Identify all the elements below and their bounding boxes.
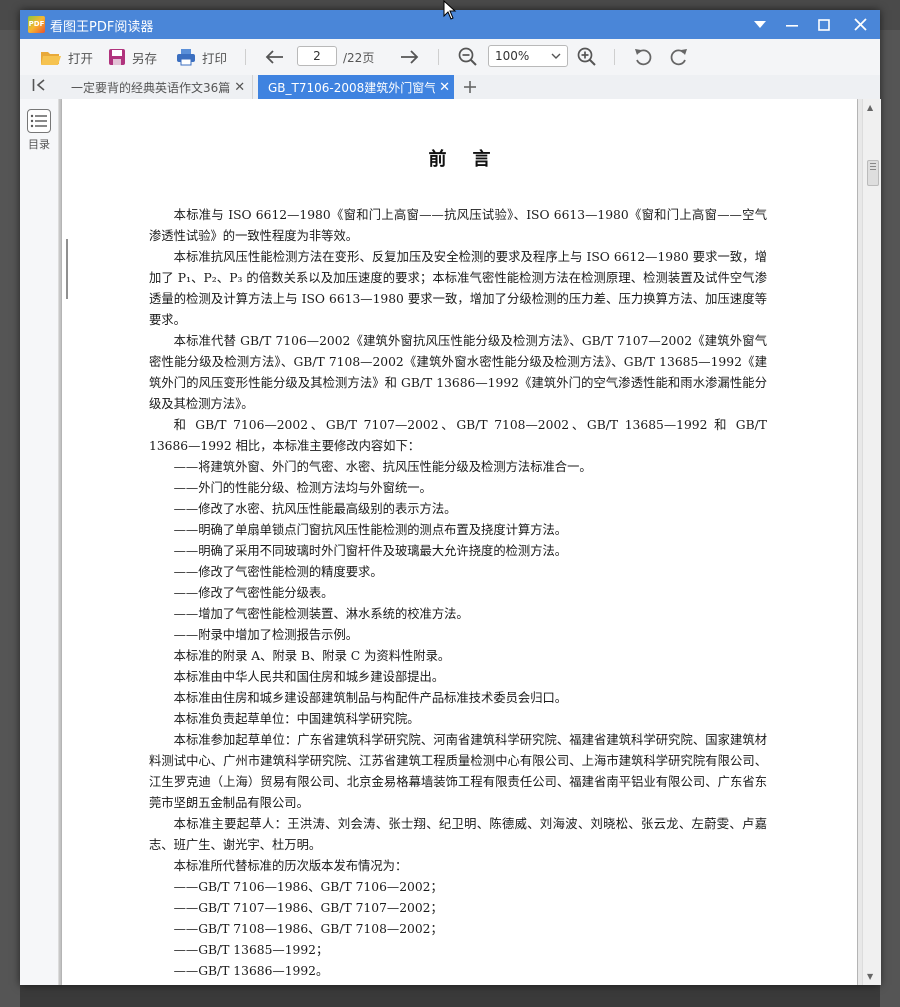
toc-label: 目录 xyxy=(28,138,50,151)
document-viewport[interactable]: 前言 本标准与 ISO 6612—1980《窗和门上高窗——抗风压试验》、ISO… xyxy=(59,99,858,985)
close-tab-icon[interactable]: ✕ xyxy=(234,80,245,95)
list-item: ——明确了单扇单锁点门窗抗风压性能检测的测点布置及挠度计算方法。 xyxy=(173,523,568,537)
vertical-scrollbar[interactable]: ▲ ▼ xyxy=(862,99,881,985)
plus-icon xyxy=(464,81,476,93)
save-icon xyxy=(109,49,125,65)
paragraph: 本标准由中华人民共和国住房和城乡建设部提出。 xyxy=(173,670,445,684)
close-button[interactable] xyxy=(844,10,876,39)
scroll-up-arrow-icon[interactable]: ▲ xyxy=(867,103,873,112)
toolbar: 打开 另存 打印 2 /22页 100% xyxy=(20,39,880,76)
paragraph: 本标准主要起草人：王洪涛、刘会涛、张士翔、纪卫明、陈德威、刘海波、刘晓松、张云龙… xyxy=(149,817,767,852)
paragraph: 本标准参加起草单位：广东省建筑科学研究院、河南省建筑科学研究院、福建省建筑科学研… xyxy=(149,733,767,810)
open-button[interactable]: 打开 xyxy=(40,39,93,75)
window-title: 看图王PDF阅读器 xyxy=(50,20,154,35)
save-as-label: 另存 xyxy=(132,50,158,66)
document-body: 本标准与 ISO 6612—1980《窗和门上高窗——抗风压试验》、ISO 66… xyxy=(149,205,767,982)
scrollbar-thumb[interactable] xyxy=(867,160,879,186)
list-item: ——明确了采用不同玻璃时外门窗杆件及玻璃最大允许挠度的检测方法。 xyxy=(173,544,568,558)
tab-label: 一定要背的经典英语作文36篇 xyxy=(71,80,231,95)
paragraph: 本标准由住房和城乡建设部建筑制品与构配件产品标准技术委员会归口。 xyxy=(173,691,568,705)
page-total: /22页 xyxy=(343,51,375,65)
rotate-right-button[interactable] xyxy=(669,39,695,75)
maximize-button[interactable] xyxy=(808,10,840,39)
list-item: ——修改了气密性能分级表。 xyxy=(173,586,334,600)
toc-button[interactable]: 目录 xyxy=(26,109,52,153)
new-tab-button[interactable] xyxy=(464,75,476,99)
zoom-in-button[interactable] xyxy=(577,39,603,75)
folder-open-icon xyxy=(41,52,61,65)
list-item: ——GB/T 7108—1986、GB/T 7108—2002； xyxy=(173,922,443,936)
list-item: ——修改了气密性能检测的精度要求。 xyxy=(173,565,383,579)
list-item: ——修改了水密、抗风压性能最高级别的表示方法。 xyxy=(173,502,457,516)
minimize-button[interactable] xyxy=(776,10,808,39)
list-icon xyxy=(27,109,51,133)
toolbar-separator xyxy=(438,49,439,65)
maximize-icon xyxy=(818,18,830,31)
menu-dropdown-button[interactable] xyxy=(744,10,776,39)
zoom-out-button[interactable] xyxy=(458,39,484,75)
save-as-button[interactable]: 另存 xyxy=(108,39,157,75)
list-item: ——增加了气密性能检测装置、淋水系统的校准方法。 xyxy=(173,607,469,621)
list-item: ——GB/T 7107—1986、GB/T 7107—2002； xyxy=(173,901,443,915)
paragraph: 本标准与 ISO 6612—1980《窗和门上高窗——抗风压试验》、ISO 66… xyxy=(149,208,767,243)
zoom-select[interactable]: 100% xyxy=(488,45,568,67)
app-logo-icon: PDF xyxy=(28,16,45,33)
page-number-input[interactable]: 2 xyxy=(297,46,337,66)
printer-icon xyxy=(177,49,195,66)
tab-bar: 一定要背的经典英语作文36篇 ✕ GB_T7106-2008建筑外门窗气 ✕ xyxy=(20,75,880,100)
paragraph: 本标准负责起草单位：中国建筑科学研究院。 xyxy=(173,712,420,726)
tab-document-1[interactable]: 一定要背的经典英语作文36篇 ✕ xyxy=(61,75,253,99)
list-item: ——外门的性能分级、检测方法均与外窗统一。 xyxy=(173,481,432,495)
paragraph: 本标准代替 GB/T 7106—2002《建筑外窗抗风压性能分级及检测方法》、G… xyxy=(149,334,767,411)
collapse-left-icon xyxy=(32,79,45,91)
collapse-sidebar-button[interactable] xyxy=(30,78,48,96)
print-label: 打印 xyxy=(202,50,228,66)
scroll-down-arrow-icon[interactable]: ▼ xyxy=(867,972,873,981)
paragraph: 本标准所代替标准的历次版本发布情况为： xyxy=(173,859,408,873)
rotate-left-button[interactable] xyxy=(633,39,659,75)
zoom-in-icon xyxy=(577,47,596,66)
close-tab-icon[interactable]: ✕ xyxy=(439,80,450,95)
chevron-down-icon xyxy=(551,46,561,72)
list-item: ——GB/T 7106—1986、GB/T 7106—2002； xyxy=(173,880,443,894)
next-page-button[interactable] xyxy=(400,39,426,75)
mouse-cursor-icon xyxy=(443,0,457,20)
triangle-down-icon xyxy=(754,20,766,28)
open-label: 打开 xyxy=(68,50,94,66)
paragraph: 本标准抗风压性能检测方法在变形、反复加压及安全检测的要求及程序上与 ISO 66… xyxy=(149,250,767,327)
minimize-icon xyxy=(786,24,798,27)
desktop-left-strip xyxy=(0,30,20,1007)
app-window: PDF 看图王PDF阅读器 打开 另存 打印 2 /22页 100% 一定要背的… xyxy=(20,10,881,985)
previous-page-button[interactable] xyxy=(264,39,290,75)
zoom-out-icon xyxy=(458,47,477,66)
list-item: ——GB/T 13686—1992。 xyxy=(173,964,329,978)
close-icon xyxy=(853,18,867,31)
print-button[interactable]: 打印 xyxy=(176,39,227,75)
pdf-page: 前言 本标准与 ISO 6612—1980《窗和门上高窗——抗风压试验》、ISO… xyxy=(62,99,857,985)
desktop-right-strip xyxy=(880,30,900,1007)
toolbar-separator xyxy=(245,49,246,65)
scan-artifact xyxy=(66,239,68,299)
list-item: ——附录中增加了检测报告示例。 xyxy=(173,628,359,642)
page-heading: 前言 xyxy=(428,149,517,170)
arrow-left-icon xyxy=(265,50,283,64)
toolbar-separator xyxy=(614,49,615,65)
rotate-right-icon xyxy=(670,49,687,66)
paragraph: 和 GB/T 7106—2002、GB/T 7107—2002、GB/T 710… xyxy=(149,418,767,453)
list-item: ——将建筑外窗、外门的气密、水密、抗风压性能分级及检测方法标准合一。 xyxy=(173,460,592,474)
tab-document-2[interactable]: GB_T7106-2008建筑外门窗气 ✕ xyxy=(258,75,454,99)
paragraph: 本标准的附录 A、附录 B、附录 C 为资料性附录。 xyxy=(173,649,451,663)
content-area: 目录 前言 本标准与 ISO 6612—1980《窗和门上高窗——抗风压试验》、… xyxy=(20,99,881,985)
arrow-right-icon xyxy=(401,50,419,64)
rotate-left-icon xyxy=(635,49,652,66)
zoom-value: 100% xyxy=(495,49,530,63)
tab-label: GB_T7106-2008建筑外门窗气 xyxy=(268,80,436,95)
sidebar: 目录 xyxy=(20,99,59,985)
list-item: ——GB/T 13685—1992； xyxy=(173,943,329,957)
